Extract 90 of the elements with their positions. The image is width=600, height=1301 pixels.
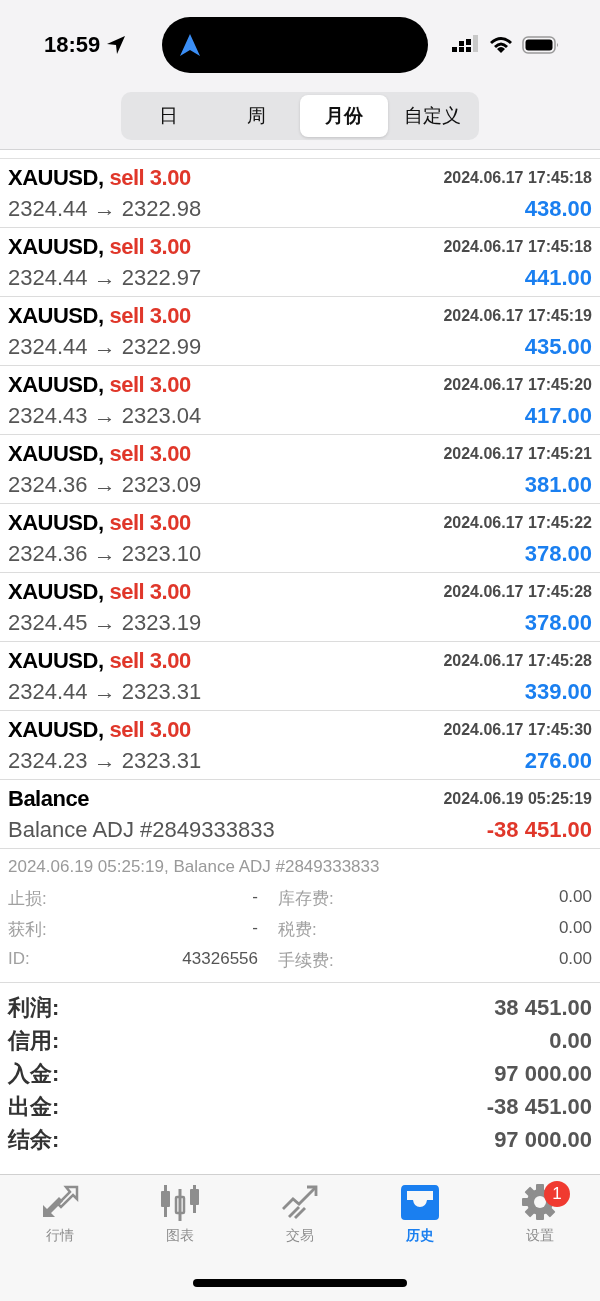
deal-prices: 2324.44 → 2322.97 [8,265,203,291]
deal-symbol: XAUUSD, [8,441,104,467]
deal-time: 2024.06.17 17:45:19 [443,307,592,325]
deal-summary: 2024.06.19 05:25:19, Balance ADJ #2849333833 [8,857,381,877]
deal-side: sell 3.00 [109,648,191,674]
deal-time: 2024.06.17 17:45:18 [443,169,592,187]
deal-symbol: XAUUSD, [8,372,104,398]
deal-side: sell 3.00 [109,234,191,260]
total-value: -38 451.00 [486,1094,592,1120]
period-tab[interactable]: 自定义 [388,95,476,137]
detail-value: - [252,887,258,908]
deal-time: 2024.06.17 17:45:18 [443,238,592,256]
tab-bar-item[interactable]: 交易 [240,1183,360,1245]
deal-prices: 2324.36 → 2323.10 [8,541,203,567]
deal-profit: 441.00 [524,265,592,291]
detail-value: 0.00 [558,949,592,970]
candlestick-icon [159,1183,201,1221]
deal-profit: -38 451.00 [486,817,592,843]
detail-label: 获利: [8,919,47,941]
status-time: 18:59 [44,32,101,58]
total-label: 入金: [8,1060,60,1088]
detail-label: 税费: [278,919,317,941]
total-value: 97 000.00 [494,1127,592,1153]
deal-side: sell 3.00 [109,717,191,743]
deal-time: 2024.06.17 17:45:20 [443,376,592,394]
deal-time: 2024.06.17 17:45:21 [443,445,592,463]
navigation-arrow-icon [180,34,201,56]
deal-prices: 2324.43 → 2323.04 [8,403,203,429]
deal-type: Balance [8,786,89,812]
total-label: 出金: [8,1093,60,1121]
deal-symbol: XAUUSD, [8,165,104,191]
signal-icon [452,35,480,55]
deal-profit: 381.00 [524,472,592,498]
detail-label: ID: [8,949,30,970]
location-arrow-icon [106,35,127,55]
deal-side: sell 3.00 [109,372,191,398]
tab-bar-item[interactable]: 设置 1 [480,1183,600,1245]
deal-prices: 2324.23 → 2323.31 [8,748,203,774]
detail-value: 0.00 [558,918,592,939]
tab-bar-item[interactable]: 图表 [120,1183,240,1245]
detail-value: 0.00 [558,887,592,908]
deal-side: sell 3.00 [109,165,191,191]
deal-side: sell 3.00 [109,441,191,467]
deal-prices: 2324.44 → 2322.99 [8,334,203,360]
deal-symbol: XAUUSD, [8,510,104,536]
total-label: 结余: [8,1126,60,1154]
notification-badge: 1 [544,1181,570,1207]
detail-label: 止损: [8,888,47,910]
deal-comment: Balance ADJ #2849333833 [8,817,276,843]
detail-label: 库存费: [278,888,334,910]
inbox-icon [399,1183,441,1221]
deal-profit: 276.00 [524,748,592,774]
detail-label: 手续费: [278,950,334,972]
deal-prices: 2324.36 → 2323.09 [8,472,203,498]
deal-time: 2024.06.17 17:45:30 [443,721,592,739]
deal-profit: 378.00 [524,610,592,636]
deal-symbol: XAUUSD, [8,579,104,605]
deal-profit: 378.00 [524,541,592,567]
deal-prices: 2324.44 → 2322.98 [8,196,203,222]
battery-icon [522,35,560,55]
period-tab[interactable]: 周 [212,95,300,137]
deal-symbol: XAUUSD, [8,717,104,743]
total-value: 0.00 [549,1028,592,1054]
deal-symbol: XAUUSD, [8,303,104,329]
period-tab[interactable]: 日 [124,95,212,137]
detail-value: - [252,918,258,939]
deal-time: 2024.06.17 17:45:28 [443,583,592,601]
deal-time: 2024.06.17 17:45:22 [443,514,592,532]
deal-symbol: XAUUSD, [8,648,104,674]
deal-symbol: XAUUSD, [8,234,104,260]
deal-side: sell 3.00 [109,303,191,329]
deal-prices: 2324.44 → 2323.31 [8,679,203,705]
deal-profit: 339.00 [524,679,592,705]
total-value: 38 451.00 [494,995,592,1021]
period-tab[interactable]: 月份 [300,95,388,137]
deal-profit: 417.00 [524,403,592,429]
tab-bar-item[interactable]: 历史 [360,1183,480,1245]
tab-bar-item[interactable]: 行情 [0,1183,120,1245]
deal-profit: 438.00 [524,196,592,222]
total-label: 利润: [8,994,60,1022]
total-label: 信用: [8,1027,60,1055]
wifi-icon [488,35,514,55]
deal-side: sell 3.00 [109,579,191,605]
deal-side: sell 3.00 [109,510,191,536]
deal-prices: 2324.45 → 2323.19 [8,610,203,636]
deal-time: 2024.06.19 05:25:19 [443,790,592,808]
total-value: 97 000.00 [494,1061,592,1087]
deal-profit: 435.00 [524,334,592,360]
detail-value: 43326556 [182,949,258,970]
deal-time: 2024.06.17 17:45:28 [443,652,592,670]
